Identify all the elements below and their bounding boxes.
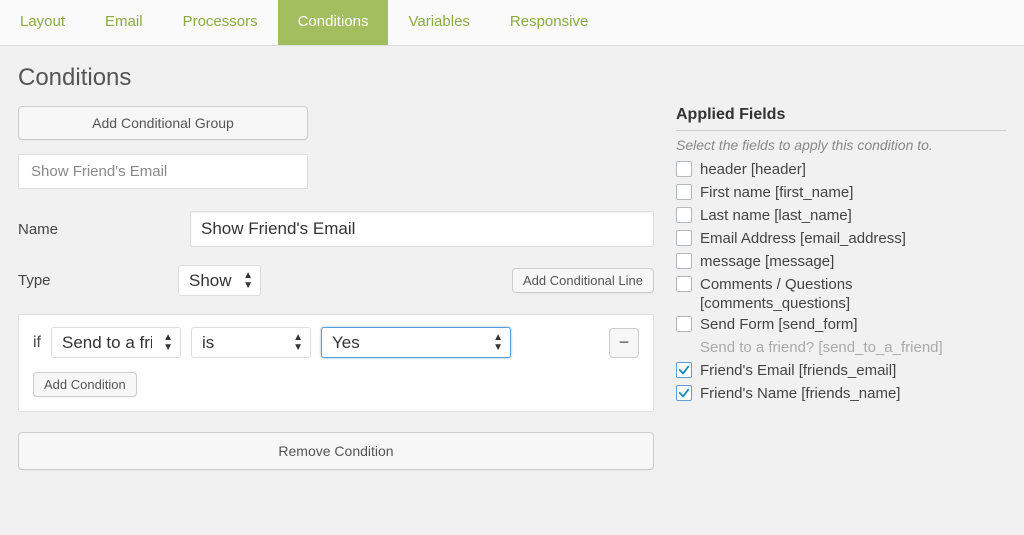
field-label: message [message] (700, 251, 834, 272)
tab-layout[interactable]: Layout (0, 0, 85, 45)
field-checkbox[interactable] (676, 161, 692, 177)
field-label: Friend's Name [friends_name] (700, 383, 900, 404)
field-item[interactable]: Send Form [send_form] (676, 314, 1006, 335)
field-item[interactable]: header [header] (676, 159, 1006, 180)
condition-value-select[interactable]: Yes (321, 327, 511, 358)
field-item[interactable]: First name [first_name] (676, 182, 1006, 203)
type-label: Type (18, 272, 178, 289)
field-label: Send to a friend? [send_to_a_friend] (700, 337, 943, 358)
tab-variables[interactable]: Variables (388, 0, 489, 45)
condition-block: if Send to a frien is Yes (18, 314, 654, 412)
field-checkbox[interactable] (676, 230, 692, 246)
condition-line: if Send to a frien is Yes (33, 327, 639, 358)
field-checkbox[interactable] (676, 184, 692, 200)
field-item[interactable]: Last name [last_name] (676, 205, 1006, 226)
tab-email[interactable]: Email (85, 0, 163, 45)
field-checkbox[interactable] (676, 362, 692, 378)
field-label: Friend's Email [friends_email] (700, 360, 896, 381)
add-conditional-line-button[interactable]: Add Conditional Line (512, 268, 654, 293)
condition-field-select[interactable]: Send to a frien (51, 327, 181, 358)
applied-fields-hint: Select the fields to apply this conditio… (676, 137, 1006, 153)
page-title: Conditions (0, 46, 1024, 106)
field-label: First name [first_name] (700, 182, 853, 203)
condition-operator-select[interactable]: is (191, 327, 311, 358)
tab-conditions[interactable]: Conditions (278, 0, 389, 45)
remove-condition-button[interactable]: Remove Condition (18, 432, 654, 470)
field-item[interactable]: Email Address [email_address] (676, 228, 1006, 249)
tab-responsive[interactable]: Responsive (490, 0, 608, 45)
field-item[interactable]: message [message] (676, 251, 1006, 272)
remove-line-button[interactable]: − (609, 328, 639, 358)
add-condition-button[interactable]: Add Condition (33, 372, 137, 397)
field-item: Send to a friend? [send_to_a_friend] (676, 337, 1006, 358)
field-sub-label: [comments_questions] (676, 295, 1006, 312)
field-checkbox[interactable] (676, 276, 692, 292)
tab-processors[interactable]: Processors (163, 0, 278, 45)
field-checkbox[interactable] (676, 316, 692, 332)
tab-bar: Layout Email Processors Conditions Varia… (0, 0, 1024, 46)
field-checkbox[interactable] (676, 207, 692, 223)
name-label: Name (18, 221, 178, 238)
field-label: Email Address [email_address] (700, 228, 906, 249)
applied-fields-heading: Applied Fields (676, 106, 1006, 131)
minus-icon: − (619, 332, 630, 353)
field-label: Send Form [send_form] (700, 314, 858, 335)
field-item[interactable]: Friend's Email [friends_email] (676, 360, 1006, 381)
field-label: header [header] (700, 159, 806, 180)
field-item[interactable]: Friend's Name [friends_name] (676, 383, 1006, 404)
name-input[interactable] (190, 211, 654, 247)
field-checkbox[interactable] (676, 253, 692, 269)
conditional-group-name-display[interactable]: Show Friend's Email (18, 154, 308, 189)
applied-fields-list: header [header]First name [first_name]La… (676, 159, 1006, 404)
field-label: Comments / Questions (700, 274, 853, 295)
add-conditional-group-button[interactable]: Add Conditional Group (18, 106, 308, 140)
field-checkbox[interactable] (676, 385, 692, 401)
type-select[interactable]: Show (178, 265, 261, 296)
if-text: if (33, 334, 41, 352)
field-label: Last name [last_name] (700, 205, 852, 226)
field-item[interactable]: Comments / Questions (676, 274, 1006, 295)
